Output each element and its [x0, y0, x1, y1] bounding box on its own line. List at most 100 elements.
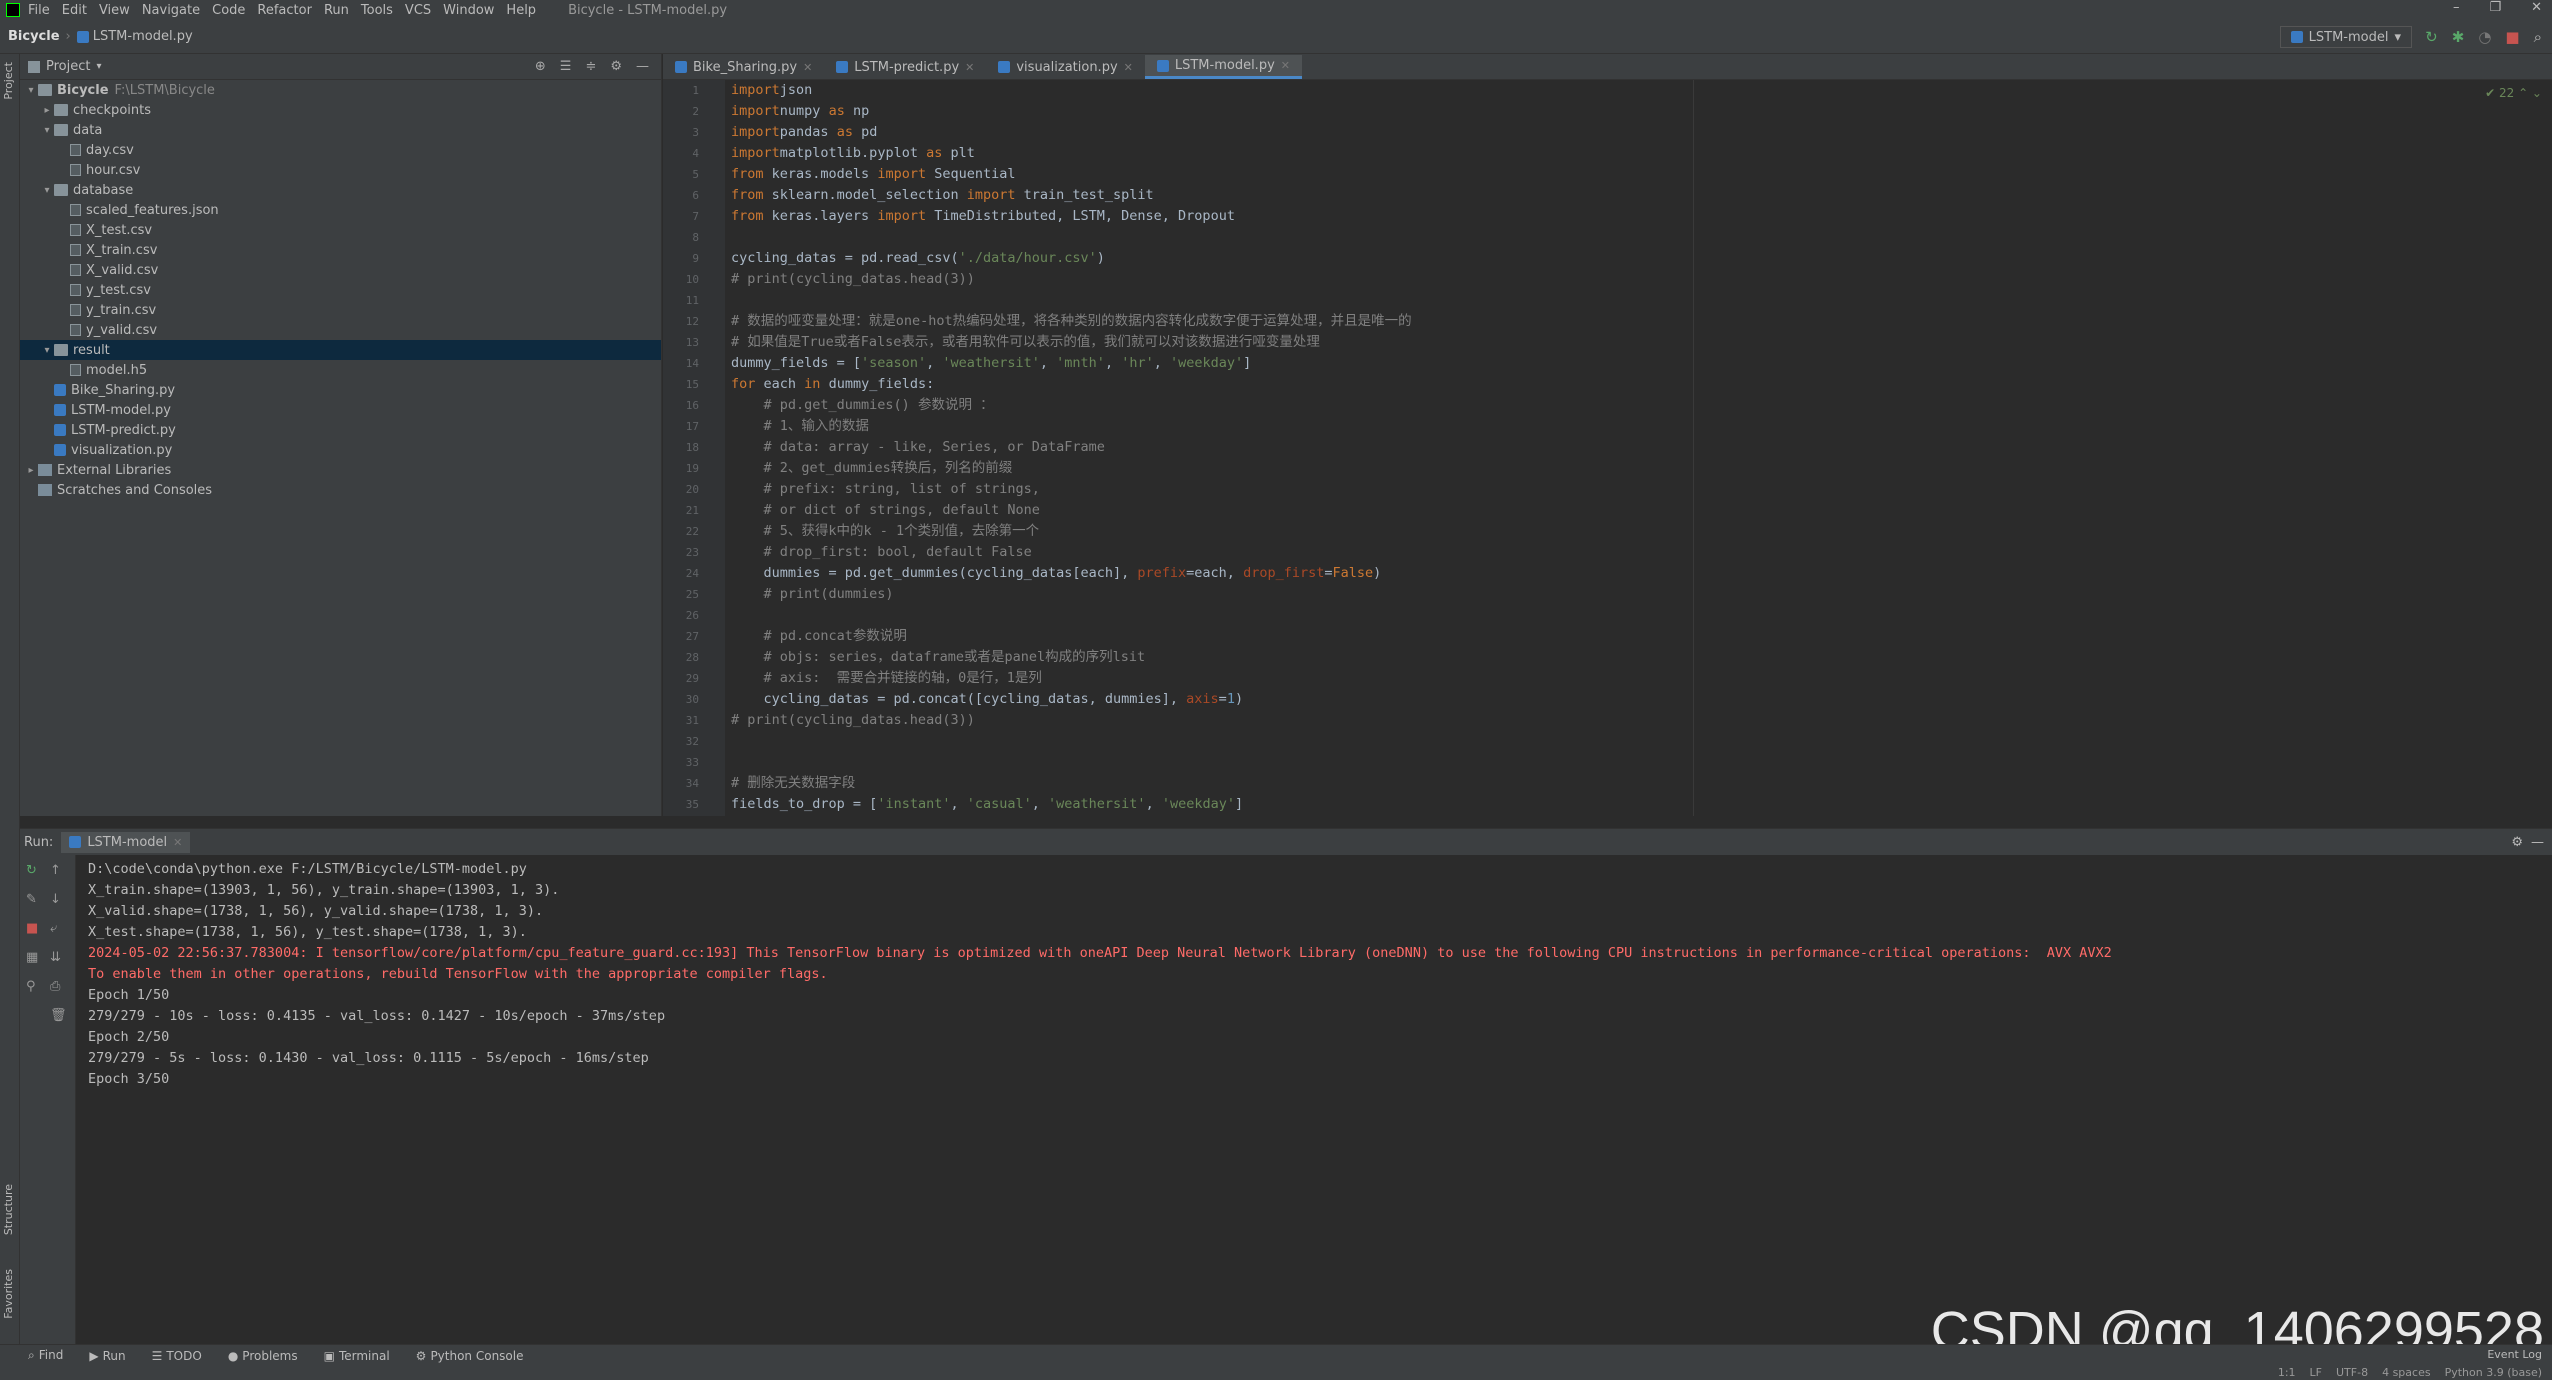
run-config-selector[interactable]: LSTM-model ▾: [2279, 26, 2412, 48]
menu-item-help[interactable]: Help: [506, 3, 536, 18]
menu-item-view[interactable]: View: [99, 3, 130, 18]
tree-item[interactable]: model.h5: [20, 360, 661, 380]
close-icon[interactable]: ✕: [965, 61, 974, 74]
editor-tab[interactable]: LSTM-predict.py ✕: [824, 55, 986, 79]
pycharm-logo-icon: [6, 3, 20, 17]
close-icon[interactable]: ✕: [803, 61, 812, 74]
bottom-tab-run[interactable]: ▶ Run: [89, 1349, 125, 1363]
run-panel: Run: LSTM-model ✕ ⚙ — ↻ ✎ ■ ▦ ⚲ ↑ ↓ ⤶ ⇊ …: [20, 828, 2552, 1345]
collapse-all-icon[interactable]: ≑: [585, 59, 596, 74]
tree-item[interactable]: Scratches and Consoles: [20, 480, 661, 500]
chevron-right-icon[interactable]: ▸: [40, 105, 54, 116]
close-icon[interactable]: ✕: [1124, 61, 1133, 74]
code-token: import: [877, 208, 927, 224]
bottom-tab-python-console[interactable]: ⚙ Python Console: [416, 1349, 524, 1363]
print-icon[interactable]: ⎙: [50, 979, 67, 994]
chevron-down-icon[interactable]: ▾: [96, 61, 101, 72]
menu-item-run[interactable]: Run: [324, 3, 349, 18]
tree-item[interactable]: ▾ result: [20, 340, 661, 360]
tree-item[interactable]: hour.csv: [20, 160, 661, 180]
arrow-down-icon[interactable]: ↓: [50, 892, 67, 907]
bottom-tab-problems[interactable]: ● Problems: [228, 1349, 298, 1363]
editor-tab[interactable]: LSTM-model.py ✕: [1144, 55, 1302, 79]
structure-tool-tab[interactable]: Structure: [2, 1184, 15, 1235]
tree-item[interactable]: ▾ Bicycle F:\LSTM\Bicycle: [20, 80, 661, 100]
breadcrumb-project[interactable]: Bicycle: [8, 29, 60, 44]
chevron-down-icon[interactable]: ▾: [24, 85, 38, 96]
search-icon[interactable]: ⌕: [2534, 28, 2542, 46]
tree-item[interactable]: y_test.csv: [20, 280, 661, 300]
menu-item-vcs[interactable]: VCS: [405, 3, 431, 18]
menu-item-code[interactable]: Code: [212, 3, 245, 18]
tree-item[interactable]: X_valid.csv: [20, 260, 661, 280]
chevron-down-icon[interactable]: ▾: [40, 185, 54, 196]
favorites-tool-tab[interactable]: Favorites: [2, 1269, 15, 1319]
tree-item[interactable]: X_train.csv: [20, 240, 661, 260]
minimize-icon[interactable]: –: [2453, 0, 2460, 15]
project-tool-tab[interactable]: Project: [2, 62, 15, 100]
bottom-tab-todo[interactable]: ☰ TODO: [152, 1349, 202, 1363]
tree-item[interactable]: X_test.csv: [20, 220, 661, 240]
editor-tab[interactable]: visualization.py ✕: [986, 55, 1145, 79]
caret-position[interactable]: 1:1: [2278, 1366, 2296, 1379]
chevron-right-icon[interactable]: ▸: [24, 465, 38, 476]
bottom-tab-find[interactable]: ⌕ Find: [28, 1348, 63, 1363]
menu-item-refactor[interactable]: Refactor: [257, 3, 312, 18]
line-separator[interactable]: LF: [2310, 1366, 2322, 1379]
debug-icon[interactable]: ✱: [2452, 28, 2465, 46]
tree-item[interactable]: scaled_features.json: [20, 200, 661, 220]
run-tab[interactable]: LSTM-model ✕: [61, 831, 191, 853]
restore-icon[interactable]: ❐: [2489, 0, 2501, 15]
pin-icon[interactable]: ⚲: [26, 979, 38, 994]
file-encoding[interactable]: UTF-8: [2336, 1366, 2368, 1379]
close-icon[interactable]: ✕: [1281, 59, 1290, 72]
bottom-tab-terminal[interactable]: ▣ Terminal: [324, 1349, 390, 1363]
arrow-up-icon[interactable]: ↑: [50, 863, 67, 878]
tree-item[interactable]: LSTM-predict.py: [20, 420, 661, 440]
menu-item-window[interactable]: Window: [443, 3, 494, 18]
locate-icon[interactable]: ⊕: [535, 59, 546, 74]
tree-item[interactable]: y_train.csv: [20, 300, 661, 320]
tree-item[interactable]: ▸ checkpoints: [20, 100, 661, 120]
editor-tab[interactable]: Bike_Sharing.py ✕: [663, 55, 824, 79]
tree-item[interactable]: ▾ database: [20, 180, 661, 200]
chevron-down-icon[interactable]: ▾: [40, 345, 54, 356]
event-log[interactable]: Event Log: [2487, 1348, 2542, 1361]
code-editor[interactable]: importjson importnumpy as np importpandas …: [731, 80, 2231, 815]
project-panel-title[interactable]: Project: [46, 59, 90, 74]
menu-item-navigate[interactable]: Navigate: [142, 3, 200, 18]
stop-icon[interactable]: ■: [26, 921, 38, 936]
tree-item[interactable]: visualization.py: [20, 440, 661, 460]
rerun-icon[interactable]: ↻: [26, 863, 38, 878]
chevron-down-icon[interactable]: ▾: [40, 125, 54, 136]
python-interpreter[interactable]: Python 3.9 (base): [2445, 1366, 2542, 1379]
wrench-icon[interactable]: ✎: [26, 892, 38, 907]
indent-setting[interactable]: 4 spaces: [2382, 1366, 2431, 1379]
run-console-output[interactable]: D:\code\conda\python.exe F:/LSTM/Bicycle…: [88, 859, 2112, 1090]
profile-icon[interactable]: ◔: [2478, 28, 2491, 46]
tree-item[interactable]: y_valid.csv: [20, 320, 661, 340]
menu-item-tools[interactable]: Tools: [361, 3, 393, 18]
stop-icon[interactable]: ■: [2505, 28, 2519, 46]
inspection-widget[interactable]: ✔ 22 ⌃ ⌄: [2485, 86, 2542, 100]
rerun-icon[interactable]: ↻: [2425, 28, 2438, 46]
close-icon[interactable]: ✕: [173, 836, 182, 849]
gear-icon[interactable]: ⚙: [610, 59, 622, 74]
layout-icon[interactable]: ▦: [26, 950, 38, 965]
trash-icon[interactable]: 🗑: [50, 1008, 67, 1023]
tree-item[interactable]: LSTM-model.py: [20, 400, 661, 420]
hide-icon[interactable]: —: [636, 59, 649, 74]
soft-wrap-icon[interactable]: ⤶: [50, 921, 67, 936]
breadcrumb-file[interactable]: LSTM-model.py: [93, 29, 193, 44]
hide-icon[interactable]: —: [2531, 835, 2544, 850]
scroll-to-end-icon[interactable]: ⇊: [50, 950, 67, 965]
tree-item[interactable]: Bike_Sharing.py: [20, 380, 661, 400]
gear-icon[interactable]: ⚙: [2511, 835, 2523, 850]
tree-item[interactable]: ▸ External Libraries: [20, 460, 661, 480]
menu-item-edit[interactable]: Edit: [62, 3, 87, 18]
close-icon[interactable]: ✕: [2531, 0, 2542, 15]
tree-item[interactable]: ▾ data: [20, 120, 661, 140]
expand-all-icon[interactable]: ☰: [560, 59, 572, 74]
menu-item-file[interactable]: File: [28, 3, 50, 18]
tree-item[interactable]: day.csv: [20, 140, 661, 160]
